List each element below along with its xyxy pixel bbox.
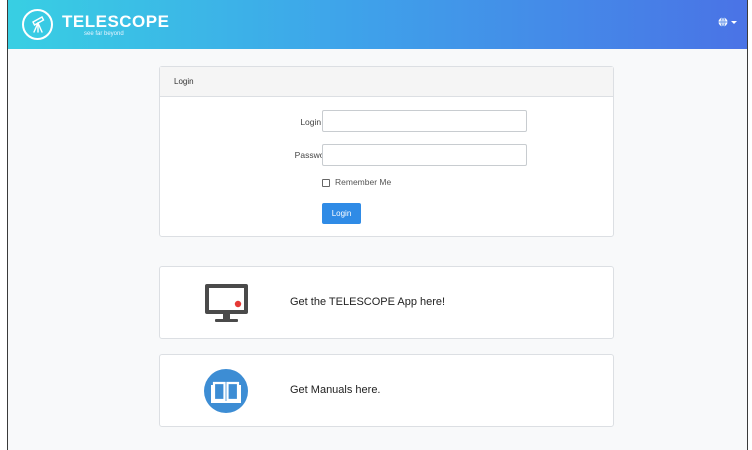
login-id-input[interactable] <box>322 110 527 132</box>
login-id-label: Login ID <box>300 117 332 127</box>
login-panel-header: Login <box>160 67 613 97</box>
chevron-down-icon <box>731 20 737 24</box>
telescope-icon[interactable] <box>22 9 53 40</box>
manuals-card[interactable]: Get Manuals here. <box>159 354 614 427</box>
brand-name[interactable]: TELESCOPE <box>62 12 169 32</box>
remember-me-label[interactable]: Remember Me <box>335 177 391 187</box>
globe-icon <box>718 17 728 27</box>
app-link-text[interactable]: Get the TELESCOPE App here! <box>290 296 445 308</box>
login-panel: Login Login ID Password Remember Me Logi… <box>159 66 614 237</box>
app-window: TELESCOPE see far beyond Login Login ID … <box>7 0 748 450</box>
brand-tagline: see far beyond <box>84 31 124 37</box>
login-button[interactable]: Login <box>322 203 361 224</box>
top-navbar: TELESCOPE see far beyond <box>8 0 747 49</box>
app-download-card[interactable]: Get the TELESCOPE App here! <box>159 266 614 339</box>
password-input[interactable] <box>322 144 527 166</box>
language-menu[interactable] <box>718 17 737 27</box>
book-icon <box>204 369 248 413</box>
password-label: Password <box>294 150 332 160</box>
manuals-link-text[interactable]: Get Manuals here. <box>290 384 381 396</box>
monitor-icon <box>205 284 248 322</box>
remember-me-checkbox[interactable] <box>322 179 330 187</box>
